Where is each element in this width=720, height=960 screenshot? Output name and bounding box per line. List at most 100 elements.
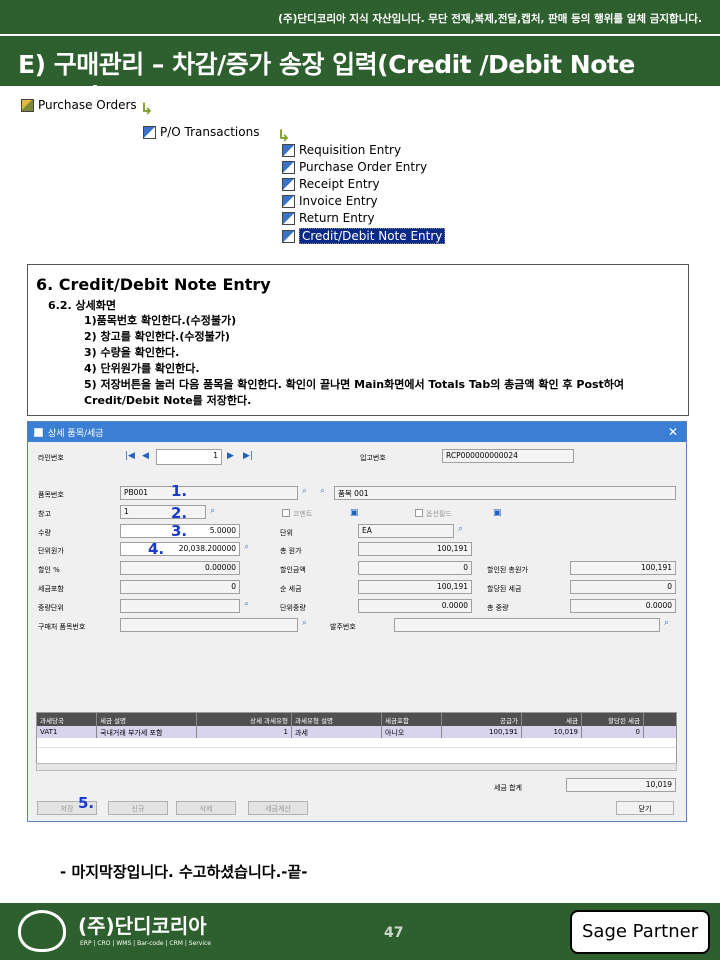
tree-item-requisition[interactable]: Requisition Entry xyxy=(282,143,401,157)
tax-grid: 과세당국 세금 설명 상세 과세유형 과세유형 설명 세금포함 공급가 세금 할… xyxy=(36,712,677,768)
tree-root-label: Purchase Orders xyxy=(38,98,137,112)
step-marker: 2. xyxy=(171,504,188,522)
optional-field-label: 옵션필드 xyxy=(426,510,452,518)
column-header[interactable]: 할당된 세금 xyxy=(582,713,644,726)
description-line: 3) 수량을 확인한다. xyxy=(84,346,180,359)
window-icon xyxy=(282,160,295,174)
tree-item-purchase-order[interactable]: Purchase Order Entry xyxy=(282,160,427,174)
description-line: 1)품목번호 확인한다.(수정불가) xyxy=(84,314,237,327)
window-title: 상세 품목/세금 xyxy=(48,428,104,439)
table-row[interactable]: VAT1 국내거래 부가세 포함 1 과세 아니오 100,191 10,019… xyxy=(37,726,676,738)
item-number-field: PB001 xyxy=(120,486,298,500)
tax-total-field: 10,019 xyxy=(566,778,676,792)
column-header[interactable]: 세금 xyxy=(522,713,582,726)
tree-item-invoice[interactable]: Invoice Entry xyxy=(282,194,378,208)
description-line: 5) 저장버튼을 눌러 다음 품목을 확인한다. 확인이 끝나면 Main화면에… xyxy=(84,378,625,391)
search-icon[interactable]: ⌕ xyxy=(302,486,307,496)
tree-item-return[interactable]: Return Entry xyxy=(282,211,375,225)
company-name: (주)단디코리아 xyxy=(78,914,207,938)
tax-calc-button[interactable]: 세금계산 xyxy=(248,801,308,815)
table-cell: 1 xyxy=(197,726,292,738)
close-icon[interactable]: ✕ xyxy=(668,425,678,439)
unit-label: 단위 xyxy=(280,529,293,537)
copyright-notice: (주)단디코리아 지식 자산입니다. 무단 전재,복제,전달,캡처, 판매 등의… xyxy=(0,0,720,34)
expand-arrow-icon: ↳ xyxy=(140,99,154,118)
tree-level1-label: P/O Transactions xyxy=(160,125,260,139)
grid-header: 과세당국 세금 설명 상세 과세유형 과세유형 설명 세금포함 공급가 세금 할… xyxy=(37,713,676,726)
table-cell: 0 xyxy=(582,726,644,738)
horizontal-scrollbar[interactable] xyxy=(36,763,677,771)
folder-icon xyxy=(21,98,34,112)
comment-checkbox[interactable] xyxy=(282,509,290,517)
page-number: 47 xyxy=(384,925,404,941)
next-record-icon[interactable]: ▶ xyxy=(227,451,234,461)
quantity-label: 수량 xyxy=(38,529,51,537)
optional-field-checkbox[interactable] xyxy=(415,509,423,517)
comment-icon[interactable]: ▣ xyxy=(350,508,359,518)
last-record-icon[interactable]: ▶| xyxy=(243,451,253,461)
close-button[interactable]: 닫기 xyxy=(616,801,674,815)
search-icon[interactable]: ⌕ xyxy=(244,599,249,609)
prev-record-icon[interactable]: ◀ xyxy=(142,451,149,461)
column-header[interactable]: 과세유형 설명 xyxy=(292,713,382,726)
step-marker: 4. xyxy=(148,540,165,558)
vendor-item-field[interactable] xyxy=(120,618,298,632)
first-record-icon[interactable]: |◀ xyxy=(125,451,135,461)
comment-label: 코멘트 xyxy=(293,510,313,518)
order-number-field[interactable] xyxy=(394,618,660,632)
window-icon xyxy=(282,229,295,243)
total-weight-field: 0.0000 xyxy=(570,599,676,613)
line-number-input[interactable]: 1 xyxy=(156,449,222,465)
search-icon[interactable]: ⌕ xyxy=(458,524,463,534)
table-cell: 과세 xyxy=(292,726,382,738)
search-icon[interactable]: ⌕ xyxy=(244,542,249,552)
column-header[interactable]: 과세당국 xyxy=(37,713,97,726)
tree-item-receipt[interactable]: Receipt Entry xyxy=(282,177,380,191)
discount-amount-label: 할인금액 xyxy=(280,566,306,574)
tree-item-credit-debit[interactable]: Credit/Debit Note Entry xyxy=(282,228,446,244)
window-icon xyxy=(282,143,295,157)
vendor-item-label: 구매처 품목번호 xyxy=(38,623,86,631)
step-marker: 1. xyxy=(171,482,188,500)
new-button[interactable]: 신규 xyxy=(108,801,168,815)
module-icon xyxy=(143,125,156,139)
warehouse-label: 창고 xyxy=(38,510,51,518)
window-icon xyxy=(282,177,295,191)
tree-item-label: Invoice Entry xyxy=(299,194,378,208)
unit-weight-field[interactable]: 0.0000 xyxy=(358,599,472,613)
tree-level1[interactable]: P/O Transactions xyxy=(143,125,259,139)
table-cell: 100,191 xyxy=(442,726,522,738)
net-tax-label: 순 세금 xyxy=(280,585,302,593)
discount-amount-field[interactable]: 0 xyxy=(358,561,472,575)
tree-item-label: Requisition Entry xyxy=(299,143,402,157)
table-cell: VAT1 xyxy=(37,726,97,738)
warehouse-field: 1 xyxy=(120,505,206,519)
search-icon[interactable]: ⌕ xyxy=(302,618,307,628)
delete-button[interactable]: 삭제 xyxy=(176,801,236,815)
weight-unit-field[interactable] xyxy=(120,599,240,613)
order-number-label: 발주번호 xyxy=(330,623,356,631)
discounted-total-label: 할인된 총원가 xyxy=(487,566,528,574)
table-cell: 아니오 xyxy=(382,726,442,738)
total-cost-field: 100,191 xyxy=(358,542,472,556)
search-icon[interactable]: ⌕ xyxy=(664,618,669,628)
search-icon[interactable]: ⌕ xyxy=(320,486,325,496)
discount-percent-label: 할인 % xyxy=(38,566,60,574)
tree-item-label: Purchase Order Entry xyxy=(299,160,428,174)
column-header[interactable]: 상세 과세유형 xyxy=(197,713,292,726)
tree-root[interactable]: Purchase Orders xyxy=(21,98,137,112)
optional-field-icon[interactable]: ▣ xyxy=(493,508,502,518)
column-header[interactable]: 공급가 xyxy=(442,713,522,726)
tree-item-label: Return Entry xyxy=(299,211,375,225)
description-line: Credit/Debit Note를 저장한다. xyxy=(84,394,252,407)
column-header[interactable]: 세금포함 xyxy=(382,713,442,726)
footer: (주)단디코리아 ERP | CRO | WMS | Bar-code | CR… xyxy=(0,903,720,960)
unit-cost-input[interactable]: 20,038.200000 xyxy=(120,542,240,556)
net-tax-field: 100,191 xyxy=(358,580,472,594)
unit-cost-label: 단위원가 xyxy=(38,547,64,555)
receipt-number-label: 입고번호 xyxy=(360,454,386,462)
step-marker: 5. xyxy=(78,794,95,812)
search-icon[interactable]: ⌕ xyxy=(210,506,215,516)
column-header[interactable]: 세금 설명 xyxy=(97,713,197,726)
discount-percent-field[interactable]: 0.00000 xyxy=(120,561,240,575)
